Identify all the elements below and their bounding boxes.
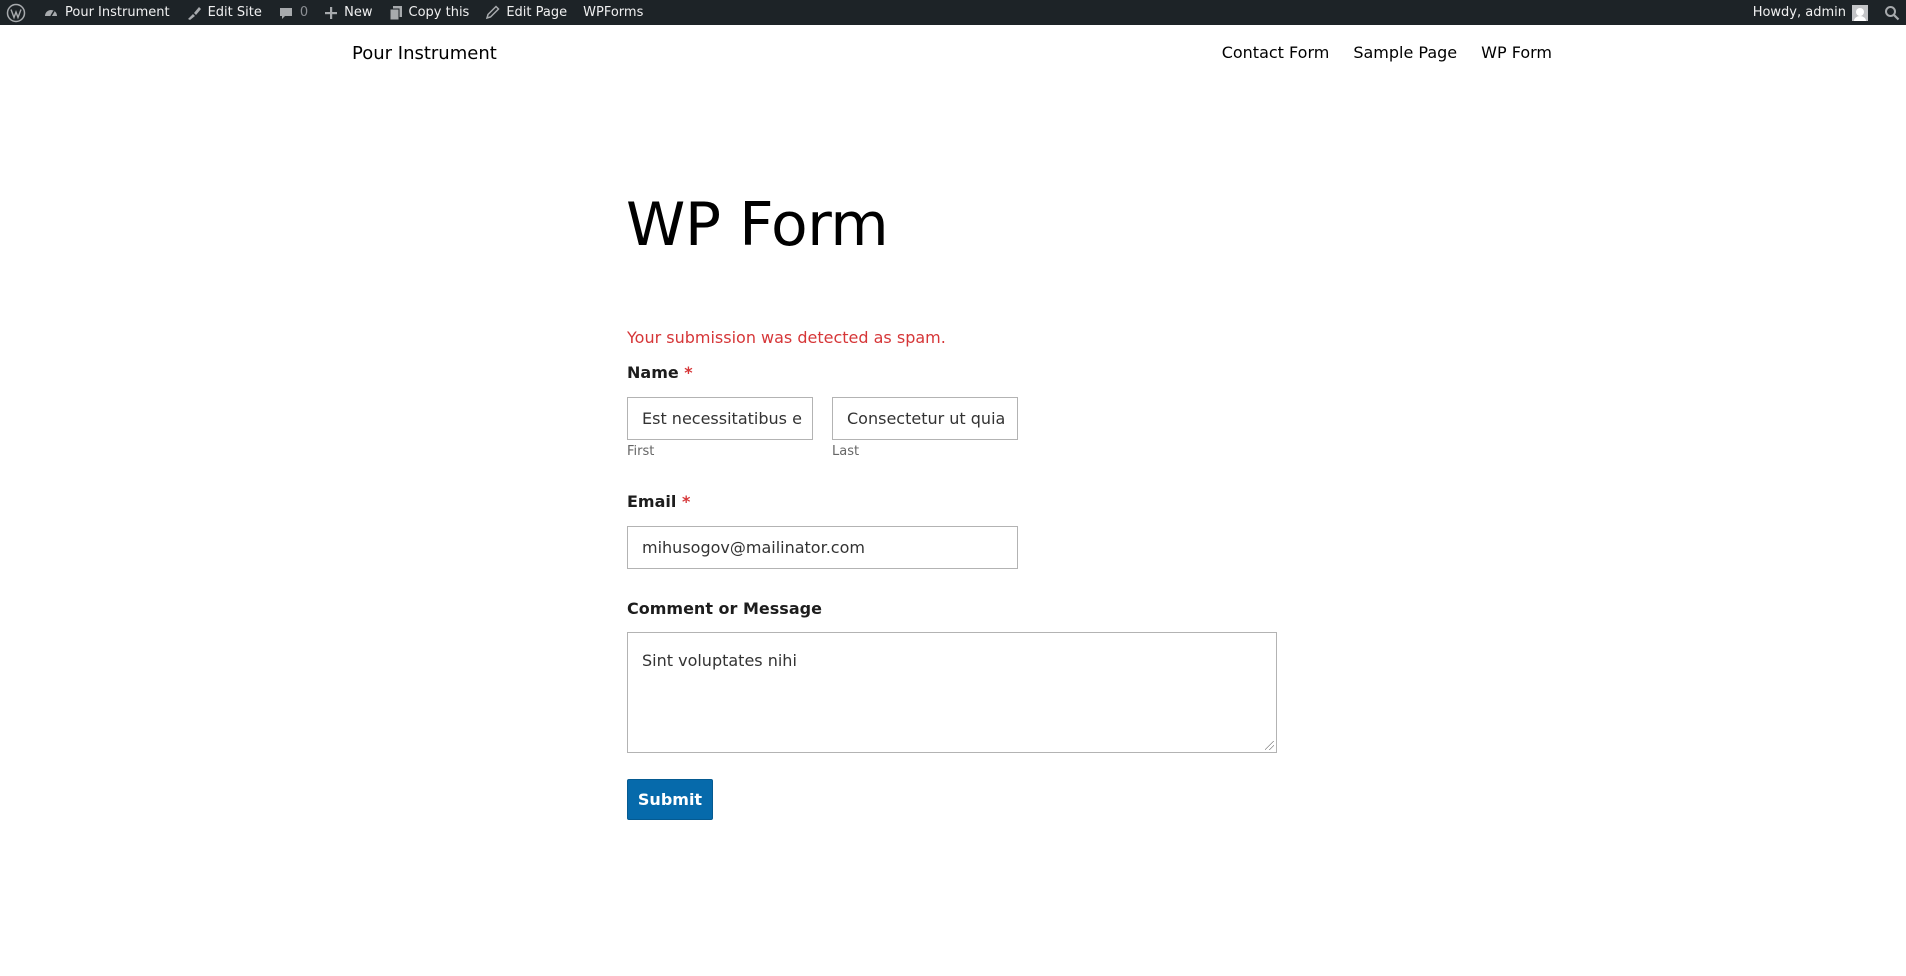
submit-button[interactable]: Submit <box>627 779 713 820</box>
resize-handle[interactable] <box>1265 741 1274 750</box>
new-content-menu[interactable]: New <box>316 0 380 25</box>
plus-icon <box>324 6 338 20</box>
copy-this-label: Copy this <box>408 5 470 20</box>
copy-icon <box>389 5 403 21</box>
admin-bar-left: Pour Instrument Edit Site 0 New Copy thi… <box>0 0 651 25</box>
name-field-label: Name * <box>627 363 693 382</box>
first-name-input[interactable]: Est necessitatibus e <box>627 397 813 440</box>
name-label-text: Name <box>627 363 679 382</box>
email-field-label: Email * <box>627 492 690 511</box>
nav-item-wp-form[interactable]: WP Form <box>1481 43 1552 62</box>
site-title[interactable]: Pour Instrument <box>352 43 497 64</box>
email-label-text: Email <box>627 492 677 511</box>
edit-page-label: Edit Page <box>506 5 568 20</box>
copy-this-link[interactable]: Copy this <box>381 0 478 25</box>
comments-link[interactable]: 0 <box>270 0 316 25</box>
last-name-input[interactable]: Consectetur ut quia <box>832 397 1018 440</box>
spam-error-message: Your submission was detected as spam. <box>627 328 946 347</box>
site-name-label: Pour Instrument <box>65 5 170 20</box>
admin-search-button[interactable] <box>1876 0 1906 25</box>
name-required-marker: * <box>684 363 693 382</box>
wordpress-logo-icon <box>6 3 26 23</box>
comment-textarea[interactable]: Sint voluptates nihi <box>627 632 1277 753</box>
pencil-icon <box>485 5 500 20</box>
search-icon <box>1884 5 1900 21</box>
comments-count: 0 <box>299 5 309 20</box>
site-navigation: Contact Form Sample Page WP Form <box>1222 43 1552 62</box>
admin-bar-right: Howdy, admin <box>1745 0 1906 25</box>
nav-item-sample-page[interactable]: Sample Page <box>1353 43 1457 62</box>
edit-site-link[interactable]: Edit Site <box>178 0 270 25</box>
page-title: WP Form <box>626 190 889 260</box>
howdy-label: Howdy, admin <box>1752 5 1846 20</box>
site-name-menu[interactable]: Pour Instrument <box>35 0 178 25</box>
nav-item-contact-form[interactable]: Contact Form <box>1222 43 1330 62</box>
first-name-sublabel: First <box>627 444 655 459</box>
comment-field-label: Comment or Message <box>627 599 822 618</box>
comment-textarea-value: Sint voluptates nihi <box>642 651 797 670</box>
wpforms-label: WPForms <box>583 5 644 20</box>
edit-site-label: Edit Site <box>207 5 262 20</box>
wordpress-logo-menu[interactable] <box>0 0 35 25</box>
edit-page-link[interactable]: Edit Page <box>477 0 575 25</box>
wpforms-menu[interactable]: WPForms <box>575 0 651 25</box>
new-label: New <box>344 5 373 20</box>
brush-icon <box>186 5 202 21</box>
avatar <box>1852 4 1868 21</box>
admin-bar: Pour Instrument Edit Site 0 New Copy thi… <box>0 0 1906 25</box>
dashboard-icon <box>43 5 59 21</box>
last-name-sublabel: Last <box>832 444 860 459</box>
email-required-marker: * <box>681 492 691 511</box>
my-account-menu[interactable]: Howdy, admin <box>1745 0 1876 25</box>
email-input[interactable]: mihusogov@mailinator.com <box>627 526 1018 569</box>
comment-bubble-icon <box>278 5 294 21</box>
